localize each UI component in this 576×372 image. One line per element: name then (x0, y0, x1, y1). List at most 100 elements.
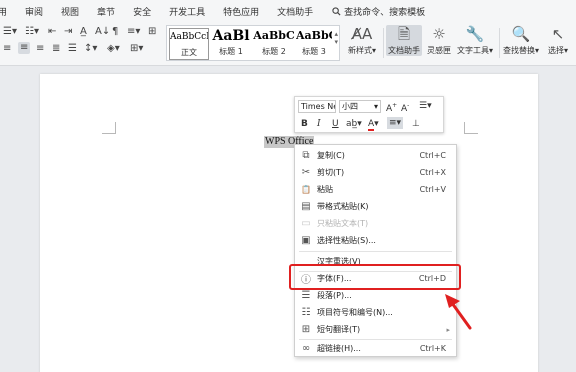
menu-item-label: 复制(C) (317, 151, 345, 160)
scissors-icon: ✂ (301, 167, 311, 178)
menu-item-label: 段落(P)... (317, 291, 352, 300)
tab-view[interactable]: 视图 (52, 5, 88, 18)
toolbar-divider-2 (499, 28, 500, 58)
shrink-font-icon[interactable]: A- (401, 100, 409, 115)
doc-assistant-icon: 🗎 (397, 25, 411, 43)
doc-assistant-label: 文档助手 (388, 46, 420, 55)
select-button[interactable]: ↖ 选择▾ (543, 25, 573, 56)
tab-developer[interactable]: 开发工具 (160, 5, 214, 18)
new-style-button[interactable]: A̸A 新样式▾ (344, 25, 380, 56)
menu-item-paste-special[interactable]: ▣ 选择性粘贴(S)... (295, 232, 456, 249)
margin-corner-top-right (464, 122, 478, 134)
cursor-icon: ↖ (551, 25, 565, 43)
align-center-icon[interactable]: ≡ (18, 42, 31, 54)
tab-section[interactable]: 章节 (88, 5, 124, 18)
style-normal-sample: AaBbCcI (170, 32, 208, 42)
format-painter-icon[interactable]: ⊥ (412, 118, 420, 130)
distributed-icon[interactable]: ☰ (68, 43, 77, 55)
menu-item-translate[interactable]: ⊞ 短句翻译(T) ▸ (295, 321, 456, 338)
char-shading-icon[interactable]: A̲ (80, 26, 87, 38)
ribbon-toolbar: ☰▾ ☷▾ ⇤ ⇥ A̲ A↓ ¶ ≡▾ ⊞ ≡ ≡ ≡ ≣ ☰ ↕▾ ◈▾ ⊞… (0, 22, 576, 66)
align-center-icon-mini[interactable]: ≡▾ (387, 117, 404, 129)
style-heading-1[interactable]: AaBl 标题 1 (210, 28, 252, 60)
menu-item-cut[interactable]: ✂ 剪切(T) Ctrl+X (295, 164, 456, 181)
menu-item-bullets-numbering[interactable]: ☷ 项目符号和编号(N)... (295, 304, 456, 321)
find-replace-dropdown-icon: ▾ (535, 46, 540, 55)
align-right-icon[interactable]: ≡ (36, 43, 44, 55)
doc-assistant-button[interactable]: 🗎 文档助手 (386, 25, 422, 56)
inspiration-label: 灵感匣 (427, 46, 451, 55)
align-left-icon[interactable]: ≡ (3, 43, 11, 55)
style-heading-3-sample: AaBbC (296, 29, 332, 42)
menu-item-shortcut: Ctrl+C (419, 151, 446, 160)
tab-review[interactable]: 审阅 (16, 5, 52, 18)
text-tools-button[interactable]: 🔧 文字工具▾ (455, 25, 495, 56)
sort-icon[interactable]: A↓ (95, 26, 110, 38)
style-heading-2[interactable]: AaBbC 标题 2 (253, 28, 295, 60)
menu-item-paste-format[interactable]: ▤ 带格式粘贴(K) (295, 198, 456, 215)
borders-icon[interactable]: ⊞▾ (130, 43, 143, 55)
annotation-highlight-box (289, 264, 461, 290)
style-normal-label: 正文 (181, 48, 197, 57)
menu-item-hyperlink[interactable]: ∞ 超链接(H)... Ctrl+K (295, 340, 456, 357)
italic-icon[interactable]: I (317, 118, 321, 130)
menu-item-paste[interactable]: 📋 粘贴 Ctrl+V (295, 181, 456, 198)
inspiration-button[interactable]: ☼ 灵感匣 (425, 25, 453, 56)
style-heading-3-label: 标题 3 (302, 47, 326, 56)
bold-icon[interactable]: B (301, 118, 308, 130)
grow-font-icon[interactable]: A+ (386, 100, 397, 115)
menu-item-copy[interactable]: ⧉ 复制(C) Ctrl+C (295, 147, 456, 164)
new-style-label: 新样式 (347, 46, 372, 55)
command-search[interactable]: 查找命令、搜索模板 (322, 5, 425, 18)
justify-icon[interactable]: ≣ (52, 43, 60, 55)
paste-special-icon: ▣ (301, 235, 311, 246)
link-icon: ∞ (301, 343, 311, 354)
annotation-arrow-icon (445, 294, 472, 330)
context-menu: ⧉ 复制(C) Ctrl+C ✂ 剪切(T) Ctrl+X 📋 粘贴 Ctrl+… (294, 144, 457, 357)
lightbulb-icon: ☼ (432, 25, 446, 43)
line-spacing-2-icon[interactable]: ↕▾ (84, 43, 97, 55)
menu-item-shortcut: Ctrl+K (419, 344, 446, 353)
text-tools-dropdown-icon: ▾ (488, 46, 493, 55)
shading-icon[interactable]: ◈▾ (107, 43, 120, 55)
new-style-icon: A̸A (351, 25, 373, 43)
menu-item-label: 粘贴 (317, 185, 333, 194)
paste-format-icon: ▤ (301, 201, 311, 212)
style-heading-3[interactable]: AaBbC 标题 3 (296, 28, 332, 60)
styles-scroll-icon[interactable]: ▴ ▾ (334, 30, 338, 46)
menu-separator (299, 251, 452, 252)
tab-insert[interactable]: 用 (0, 5, 16, 18)
style-heading-2-label: 标题 2 (262, 47, 286, 56)
show-marks-icon[interactable]: ¶ (112, 26, 118, 38)
menu-bar: 用 审阅 视图 章节 安全 开发工具 特色应用 文档助手 查找命令、搜索模板 (0, 0, 576, 22)
decrease-indent-icon[interactable]: ⇤ (48, 26, 56, 38)
new-style-dropdown-icon: ▾ (371, 46, 376, 55)
increase-indent-icon[interactable]: ⇥ (64, 26, 72, 38)
styles-gallery: AaBbCcI 正文 AaBl 标题 1 AaBbC 标题 2 AaBbC 标题… (166, 25, 340, 61)
find-replace-button[interactable]: 🔍 查找替换▾ (503, 25, 539, 56)
table-icon[interactable]: ⊞ (148, 26, 156, 38)
tab-doc-assistant[interactable]: 文档助手 (268, 5, 322, 18)
margin-corner-top-left (102, 122, 116, 134)
list-icon: ☷ (301, 307, 311, 318)
style-normal[interactable]: AaBbCcI 正文 (169, 28, 209, 60)
select-label: 选择 (547, 46, 564, 55)
numbering-icon[interactable]: ☷▾ (25, 26, 39, 38)
bullets-icon[interactable]: ☰▾ (3, 26, 17, 38)
font-color-icon[interactable]: A▾ (368, 118, 379, 131)
paste-icon: 📋 (301, 185, 311, 194)
tab-features[interactable]: 特色应用 (214, 5, 268, 18)
font-size-field[interactable]: 小四 ▾ (339, 100, 381, 113)
underline-icon[interactable]: U (332, 118, 339, 130)
menu-item-shortcut: Ctrl+X (419, 168, 446, 177)
tab-security[interactable]: 安全 (124, 5, 160, 18)
wrench-icon: 🔧 (465, 25, 485, 43)
font-name-field[interactable]: Times Ne (298, 100, 336, 113)
font-size-dropdown-icon: ▾ (373, 102, 378, 111)
highlight-icon[interactable]: ab̲▾ (346, 118, 362, 130)
menu-item-paste-text: ▭ 只粘贴文本(T) (295, 215, 456, 232)
copy-icon: ⧉ (302, 150, 310, 161)
line-spacing-icon[interactable]: ≡▾ (127, 26, 140, 38)
line-spacing-icon-mini[interactable]: ☰▾ (419, 100, 432, 112)
menu-item-label: 剪切(T) (317, 168, 345, 177)
